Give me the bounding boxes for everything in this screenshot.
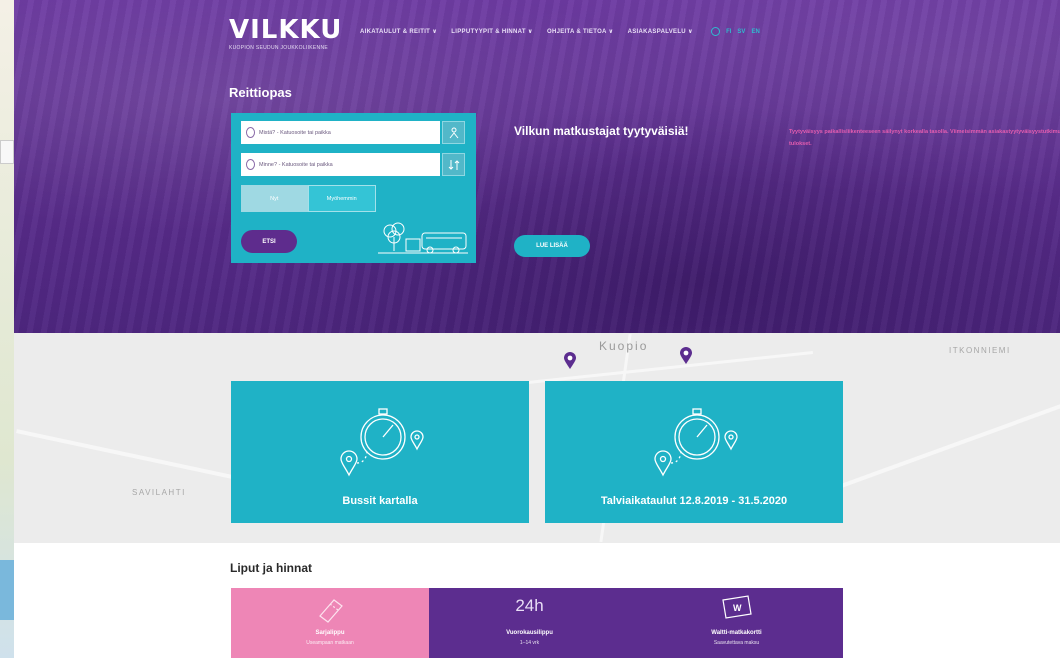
background-map-window xyxy=(0,0,14,658)
tickets-section-title: Liput ja hinnat xyxy=(230,561,312,575)
ticket-name: Waltti-matkakortti xyxy=(711,630,762,636)
nav-item-tickets[interactable]: LIPPUTYYPIT & HINNAT xyxy=(451,28,533,35)
read-more-button[interactable]: LUE LISÄÄ xyxy=(514,235,590,257)
waltti-card-icon: W xyxy=(722,595,752,619)
map-pin-icon[interactable] xyxy=(679,347,693,365)
route-planner-panel: Mistä? - Katuosoite tai paikka Minne? - … xyxy=(231,113,476,263)
language-fi[interactable]: FI xyxy=(726,29,731,35)
globe-icon xyxy=(711,27,721,36)
map-road xyxy=(16,429,242,481)
stopwatch-route-icon xyxy=(340,408,424,477)
ticket-name: Sarjalippu xyxy=(315,630,345,636)
nav-item-customer-service[interactable]: ASIAKASPALVELU xyxy=(628,28,693,35)
location-pin-icon xyxy=(246,127,255,138)
vilkku-logo[interactable]: VILKKU KUOPION SEUDUN JOUKKOLIIKENNE xyxy=(229,16,342,51)
svg-text:W: W xyxy=(733,603,742,613)
nav-item-info[interactable]: OHJEITA & TIETOA xyxy=(547,28,614,35)
stopwatch-route-icon xyxy=(654,408,738,477)
time-option-later[interactable]: Myöhemmin xyxy=(307,185,376,212)
search-route-button[interactable]: ETSI xyxy=(241,230,297,253)
buses-on-map-tile[interactable]: Bussit kartalla xyxy=(231,381,529,523)
ticket-subtitle: Saavutettava maksu xyxy=(713,640,760,646)
winter-timetables-tile[interactable]: Talviaikataulut 12.8.2019 - 31.5.2020 xyxy=(545,381,843,523)
destination-field[interactable]: Minne? - Katuosoite tai paikka xyxy=(241,153,440,176)
destination-placeholder: Minne? - Katuosoite tai paikka xyxy=(259,161,333,168)
swap-icon xyxy=(448,159,459,170)
ticket-subtitle: Useampaan matkaan xyxy=(306,640,354,646)
ticket-24h-badge: 24h xyxy=(515,596,544,615)
language-en[interactable]: EN xyxy=(751,29,759,35)
map-road xyxy=(840,402,1060,488)
tile-label: Bussit kartalla xyxy=(342,495,418,507)
background-window-tab xyxy=(0,140,14,164)
tile-label: Talviaikataulut 12.8.2019 - 31.5.2020 xyxy=(600,495,788,507)
ticket-name: Vuorokausilippu xyxy=(506,630,553,636)
route-planner-title: Reittiopas xyxy=(229,85,292,100)
vilkku-website: VILKKU KUOPION SEUDUN JOUKKOLIIKENNE AIK… xyxy=(14,0,1060,658)
hero-background-image xyxy=(14,0,1060,333)
person-location-icon xyxy=(449,127,458,138)
location-pin-icon xyxy=(246,159,255,170)
departure-time-toggle: Nyt Myöhemmin xyxy=(241,185,376,212)
map-label-itkonniemi: ITKONNIEMI xyxy=(949,346,1011,355)
logo-tagline: KUOPION SEUDUN JOUKKOLIIKENNE xyxy=(229,45,328,51)
swap-locations-button[interactable] xyxy=(442,153,465,176)
ticket-card-waltti[interactable]: W Waltti-matkakortti Saavutettava maksu xyxy=(630,588,843,658)
promo-title: Vilkun matkustajat tyytyväisiä! xyxy=(514,124,689,138)
time-option-now[interactable]: Nyt xyxy=(241,185,308,212)
hero-section: VILKKU KUOPION SEUDUN JOUKKOLIIKENNE AIK… xyxy=(14,0,1060,333)
language-sv[interactable]: SV xyxy=(737,29,745,35)
main-navigation: AIKATAULUT & REITIT LIPPUTYYPIT & HINNAT… xyxy=(360,27,760,36)
ticket-icon xyxy=(319,599,343,623)
promo-text: Tyytyväisyys paikallisliikenteeseen säil… xyxy=(789,129,1060,147)
origin-placeholder: Mistä? - Katuosoite tai paikka xyxy=(259,129,331,136)
ticket-card-series[interactable]: Sarjalippu Useampaan matkaan xyxy=(231,588,429,658)
ticket-card-day[interactable]: 24h Vuorokausilippu 1–14 vrk xyxy=(429,588,630,658)
locate-me-button[interactable] xyxy=(442,121,465,144)
map-label-savilahti: SAVILAHTI xyxy=(132,488,186,497)
nav-item-timetables[interactable]: AIKATAULUT & REITIT xyxy=(360,28,437,35)
logo-wordmark: VILKKU xyxy=(229,15,343,45)
map-label-kuopio: Kuopio xyxy=(599,339,649,353)
map-background: Kuopio ITKONNIEMI SAVILAHTI xyxy=(14,333,1060,543)
origin-field[interactable]: Mistä? - Katuosoite tai paikka xyxy=(241,121,440,144)
ticket-subtitle: 1–14 vrk xyxy=(519,640,540,646)
bus-illustration xyxy=(378,222,468,254)
map-pin-icon[interactable] xyxy=(563,352,577,370)
language-selector: FI SV EN xyxy=(711,27,760,36)
background-water-area xyxy=(0,560,14,620)
